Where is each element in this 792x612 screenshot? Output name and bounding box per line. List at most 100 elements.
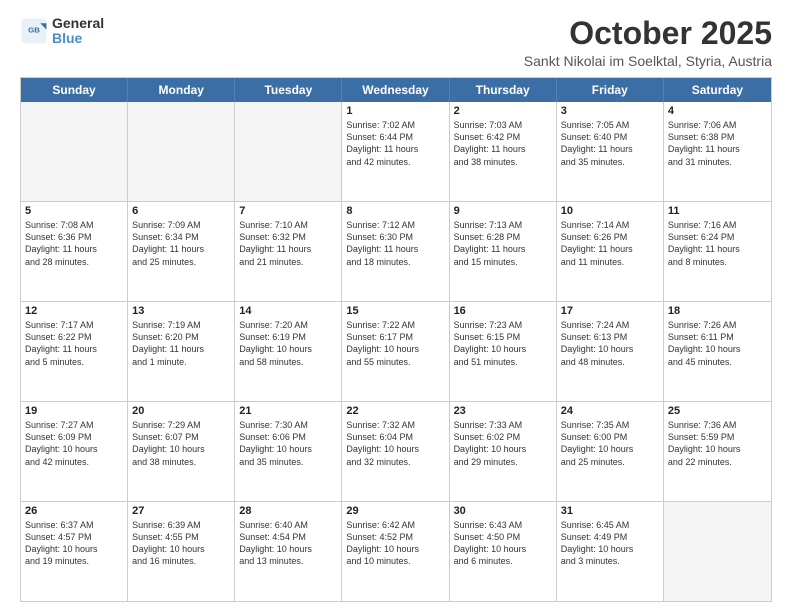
day-number: 9	[454, 205, 552, 217]
logo-general: General	[52, 16, 104, 31]
day-number: 29	[346, 505, 444, 517]
day-info: Sunrise: 7:27 AM Sunset: 6:09 PM Dayligh…	[25, 419, 123, 468]
day-info: Sunrise: 7:03 AM Sunset: 6:42 PM Dayligh…	[454, 119, 552, 168]
day-info: Sunrise: 7:05 AM Sunset: 6:40 PM Dayligh…	[561, 119, 659, 168]
day-number: 16	[454, 305, 552, 317]
calendar-cell: 21 Sunrise: 7:30 AM Sunset: 6:06 PM Dayli…	[235, 402, 342, 501]
calendar-cell: 10Sunrise: 7:14 AM Sunset: 6:26 PM Dayli…	[557, 202, 664, 301]
calendar-subtitle: Sankt Nikolai im Soelktal, Styria, Austr…	[524, 53, 772, 69]
day-number: 7	[239, 205, 337, 217]
day-info: Sunrise: 7:09 AM Sunset: 6:34 PM Dayligh…	[132, 219, 230, 268]
calendar-row-4: 26 Sunrise: 6:37 AM Sunset: 4:57 PM Dayli…	[21, 501, 771, 601]
calendar-row-2: 12Sunrise: 7:17 AM Sunset: 6:22 PM Dayli…	[21, 301, 771, 401]
calendar-cell: 20 Sunrise: 7:29 AM Sunset: 6:07 PM Dayli…	[128, 402, 235, 501]
day-info: Sunrise: 6:37 AM Sunset: 4:57 PM Dayligh…	[25, 519, 123, 568]
calendar-header-row: SundayMondayTuesdayWednesdayThursdayFrid…	[21, 78, 771, 102]
calendar-cell: 25 Sunrise: 7:36 AM Sunset: 5:59 PM Dayli…	[664, 402, 771, 501]
calendar-cell: 26 Sunrise: 6:37 AM Sunset: 4:57 PM Dayli…	[21, 502, 128, 601]
day-number: 1	[346, 105, 444, 117]
calendar-cell: 7 Sunrise: 7:10 AM Sunset: 6:32 PM Daylig…	[235, 202, 342, 301]
day-info: Sunrise: 7:17 AM Sunset: 6:22 PM Dayligh…	[25, 319, 123, 368]
calendar-cell	[128, 102, 235, 201]
day-number: 5	[25, 205, 123, 217]
calendar-cell: 18 Sunrise: 7:26 AM Sunset: 6:11 PM Dayli…	[664, 302, 771, 401]
day-number: 30	[454, 505, 552, 517]
calendar-cell	[235, 102, 342, 201]
logo-icon: GB	[20, 17, 48, 45]
day-number: 25	[668, 405, 767, 417]
day-number: 17	[561, 305, 659, 317]
calendar-cell: 16 Sunrise: 7:23 AM Sunset: 6:15 PM Dayli…	[450, 302, 557, 401]
header-cell-sunday: Sunday	[21, 78, 128, 102]
calendar-cell: 11Sunrise: 7:16 AM Sunset: 6:24 PM Dayli…	[664, 202, 771, 301]
day-number: 10	[561, 205, 659, 217]
calendar-row-0: 1Sunrise: 7:02 AM Sunset: 6:44 PM Daylig…	[21, 102, 771, 201]
calendar-cell: 1Sunrise: 7:02 AM Sunset: 6:44 PM Daylig…	[342, 102, 449, 201]
calendar-cell: 28 Sunrise: 6:40 AM Sunset: 4:54 PM Dayli…	[235, 502, 342, 601]
day-number: 11	[668, 205, 767, 217]
day-info: Sunrise: 7:30 AM Sunset: 6:06 PM Dayligh…	[239, 419, 337, 468]
calendar-cell: 27 Sunrise: 6:39 AM Sunset: 4:55 PM Dayli…	[128, 502, 235, 601]
page: GB General Blue October 2025 Sankt Nikol…	[0, 0, 792, 612]
day-number: 13	[132, 305, 230, 317]
calendar-cell: 23Sunrise: 7:33 AM Sunset: 6:02 PM Dayli…	[450, 402, 557, 501]
day-number: 8	[346, 205, 444, 217]
day-number: 3	[561, 105, 659, 117]
day-info: Sunrise: 7:26 AM Sunset: 6:11 PM Dayligh…	[668, 319, 767, 368]
day-number: 27	[132, 505, 230, 517]
day-info: Sunrise: 7:20 AM Sunset: 6:19 PM Dayligh…	[239, 319, 337, 368]
calendar-cell: 4 Sunrise: 7:06 AM Sunset: 6:38 PM Daylig…	[664, 102, 771, 201]
day-number: 14	[239, 305, 337, 317]
calendar-cell: 6 Sunrise: 7:09 AM Sunset: 6:34 PM Daylig…	[128, 202, 235, 301]
day-number: 4	[668, 105, 767, 117]
title-block: October 2025 Sankt Nikolai im Soelktal, …	[524, 16, 772, 69]
day-info: Sunrise: 7:10 AM Sunset: 6:32 PM Dayligh…	[239, 219, 337, 268]
day-number: 31	[561, 505, 659, 517]
day-info: Sunrise: 7:13 AM Sunset: 6:28 PM Dayligh…	[454, 219, 552, 268]
calendar-cell: 13Sunrise: 7:19 AM Sunset: 6:20 PM Dayli…	[128, 302, 235, 401]
header-cell-tuesday: Tuesday	[235, 78, 342, 102]
header-cell-saturday: Saturday	[664, 78, 771, 102]
day-number: 6	[132, 205, 230, 217]
day-number: 19	[25, 405, 123, 417]
day-info: Sunrise: 6:40 AM Sunset: 4:54 PM Dayligh…	[239, 519, 337, 568]
calendar-cell	[21, 102, 128, 201]
day-number: 18	[668, 305, 767, 317]
day-number: 20	[132, 405, 230, 417]
day-info: Sunrise: 7:06 AM Sunset: 6:38 PM Dayligh…	[668, 119, 767, 168]
calendar-cell: 3 Sunrise: 7:05 AM Sunset: 6:40 PM Daylig…	[557, 102, 664, 201]
calendar-body: 1Sunrise: 7:02 AM Sunset: 6:44 PM Daylig…	[21, 102, 771, 601]
day-number: 15	[346, 305, 444, 317]
calendar-cell: 5 Sunrise: 7:08 AM Sunset: 6:36 PM Daylig…	[21, 202, 128, 301]
day-info: Sunrise: 7:22 AM Sunset: 6:17 PM Dayligh…	[346, 319, 444, 368]
day-info: Sunrise: 7:32 AM Sunset: 6:04 PM Dayligh…	[346, 419, 444, 468]
day-number: 21	[239, 405, 337, 417]
calendar-title: October 2025	[524, 16, 772, 51]
calendar-cell	[664, 502, 771, 601]
header-cell-thursday: Thursday	[450, 78, 557, 102]
svg-text:GB: GB	[28, 26, 40, 35]
day-info: Sunrise: 7:24 AM Sunset: 6:13 PM Dayligh…	[561, 319, 659, 368]
header-cell-wednesday: Wednesday	[342, 78, 449, 102]
day-info: Sunrise: 7:23 AM Sunset: 6:15 PM Dayligh…	[454, 319, 552, 368]
header-cell-monday: Monday	[128, 78, 235, 102]
day-info: Sunrise: 7:29 AM Sunset: 6:07 PM Dayligh…	[132, 419, 230, 468]
day-number: 2	[454, 105, 552, 117]
calendar-cell: 8Sunrise: 7:12 AM Sunset: 6:30 PM Daylig…	[342, 202, 449, 301]
logo: GB General Blue	[20, 16, 104, 47]
day-number: 28	[239, 505, 337, 517]
day-info: Sunrise: 6:39 AM Sunset: 4:55 PM Dayligh…	[132, 519, 230, 568]
calendar-cell: 17 Sunrise: 7:24 AM Sunset: 6:13 PM Dayli…	[557, 302, 664, 401]
day-info: Sunrise: 6:42 AM Sunset: 4:52 PM Dayligh…	[346, 519, 444, 568]
header: GB General Blue October 2025 Sankt Nikol…	[20, 16, 772, 69]
calendar-row-3: 19 Sunrise: 7:27 AM Sunset: 6:09 PM Dayli…	[21, 401, 771, 501]
day-info: Sunrise: 6:45 AM Sunset: 4:49 PM Dayligh…	[561, 519, 659, 568]
calendar-cell: 31 Sunrise: 6:45 AM Sunset: 4:49 PM Dayli…	[557, 502, 664, 601]
day-number: 26	[25, 505, 123, 517]
header-cell-friday: Friday	[557, 78, 664, 102]
calendar-cell: 9 Sunrise: 7:13 AM Sunset: 6:28 PM Daylig…	[450, 202, 557, 301]
calendar-cell: 12Sunrise: 7:17 AM Sunset: 6:22 PM Dayli…	[21, 302, 128, 401]
day-info: Sunrise: 7:08 AM Sunset: 6:36 PM Dayligh…	[25, 219, 123, 268]
calendar: SundayMondayTuesdayWednesdayThursdayFrid…	[20, 77, 772, 602]
day-info: Sunrise: 7:36 AM Sunset: 5:59 PM Dayligh…	[668, 419, 767, 468]
